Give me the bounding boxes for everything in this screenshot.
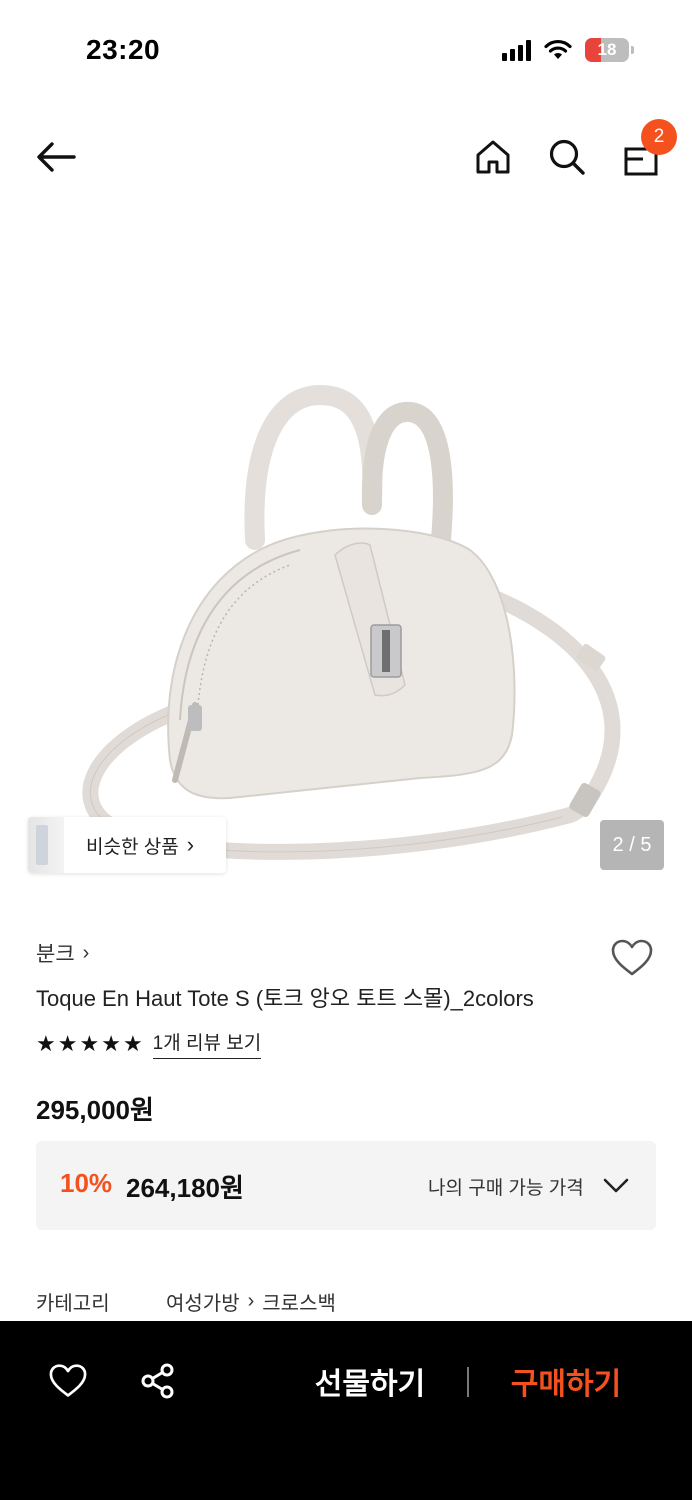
star-icon: ★ <box>101 1030 121 1056</box>
status-icons: 18 <box>502 38 634 62</box>
search-icon <box>549 139 585 175</box>
review-link[interactable]: 1개 리뷰 보기 <box>152 1028 262 1059</box>
home-icon <box>476 140 510 174</box>
category-link-level1[interactable]: 여성가방 <box>166 1287 240 1316</box>
battery-level: 18 <box>597 40 617 59</box>
divider <box>467 1367 469 1397</box>
like-button[interactable] <box>46 1359 90 1403</box>
gift-button[interactable]: 선물하기 <box>300 1359 440 1403</box>
chevron-right-icon: › <box>82 941 90 964</box>
gallery-page-indicator: 2 / 5 <box>600 820 664 870</box>
category-row: 카테고리 여성가방 › 크로스백 <box>36 1287 336 1316</box>
discount-rate: 10% <box>60 1168 113 1198</box>
my-price-box[interactable]: 10% 264,180원 나의 구매 가능 가격 <box>36 1141 656 1230</box>
status-time: 23:20 <box>86 34 161 65</box>
similar-product-thumbnail <box>28 817 64 873</box>
battery-icon: 18 <box>585 38 634 62</box>
search-button[interactable] <box>541 131 593 183</box>
similar-products-label: 비슷한 상품 <box>86 836 179 858</box>
chevron-right-icon: › <box>247 1290 255 1312</box>
category-label: 카테고리 <box>36 1293 110 1315</box>
original-price: 295,000원 <box>36 1095 154 1125</box>
brand-link[interactable]: 분크 › <box>36 938 89 968</box>
star-icon: ★ <box>57 1030 78 1056</box>
back-button[interactable] <box>30 131 82 183</box>
sale-price: 264,180원 <box>126 1173 244 1203</box>
chevron-down-icon <box>603 1178 629 1193</box>
product-title: Toque En Haut Tote S (토크 앙오 토트 스몰)_2colo… <box>36 986 534 1011</box>
heart-icon <box>611 939 653 976</box>
status-bar: 23:20 18 <box>0 0 692 100</box>
heart-icon <box>49 1364 87 1397</box>
star-icon: ★ <box>36 1030 56 1056</box>
chevron-right-icon: › <box>186 832 195 857</box>
top-nav: 2 <box>0 115 692 199</box>
star-icon: ★ <box>79 1030 100 1056</box>
share-icon <box>141 1363 174 1399</box>
similar-products-button[interactable]: 비슷한 상품 › <box>28 817 226 873</box>
wishlist-button[interactable] <box>608 934 656 982</box>
bottom-action-bar: 선물하기 구매하기 <box>0 1321 692 1500</box>
cellular-signal-icon <box>502 39 531 61</box>
star-icon: ★ <box>122 1030 143 1056</box>
product-image-gallery[interactable]: 비슷한 상품 › 2 / 5 <box>0 200 692 900</box>
brand-name: 분크 <box>36 943 75 966</box>
rating-stars: ★ ★ ★ ★ ★ <box>36 1030 143 1056</box>
rating-row: ★ ★ ★ ★ ★ 1개 리뷰 보기 <box>36 1028 262 1059</box>
wifi-icon <box>544 39 572 59</box>
product-image <box>82 384 621 860</box>
my-price-label: 나의 구매 가능 가격 <box>428 1178 584 1199</box>
back-arrow-icon <box>37 142 76 172</box>
cart-button[interactable]: 2 <box>615 119 677 183</box>
cart-badge: 2 <box>641 119 677 155</box>
category-link-level2[interactable]: 크로스백 <box>262 1287 336 1316</box>
share-button[interactable] <box>136 1359 180 1403</box>
buy-button[interactable]: 구매하기 <box>496 1359 636 1403</box>
home-button[interactable] <box>467 131 519 183</box>
